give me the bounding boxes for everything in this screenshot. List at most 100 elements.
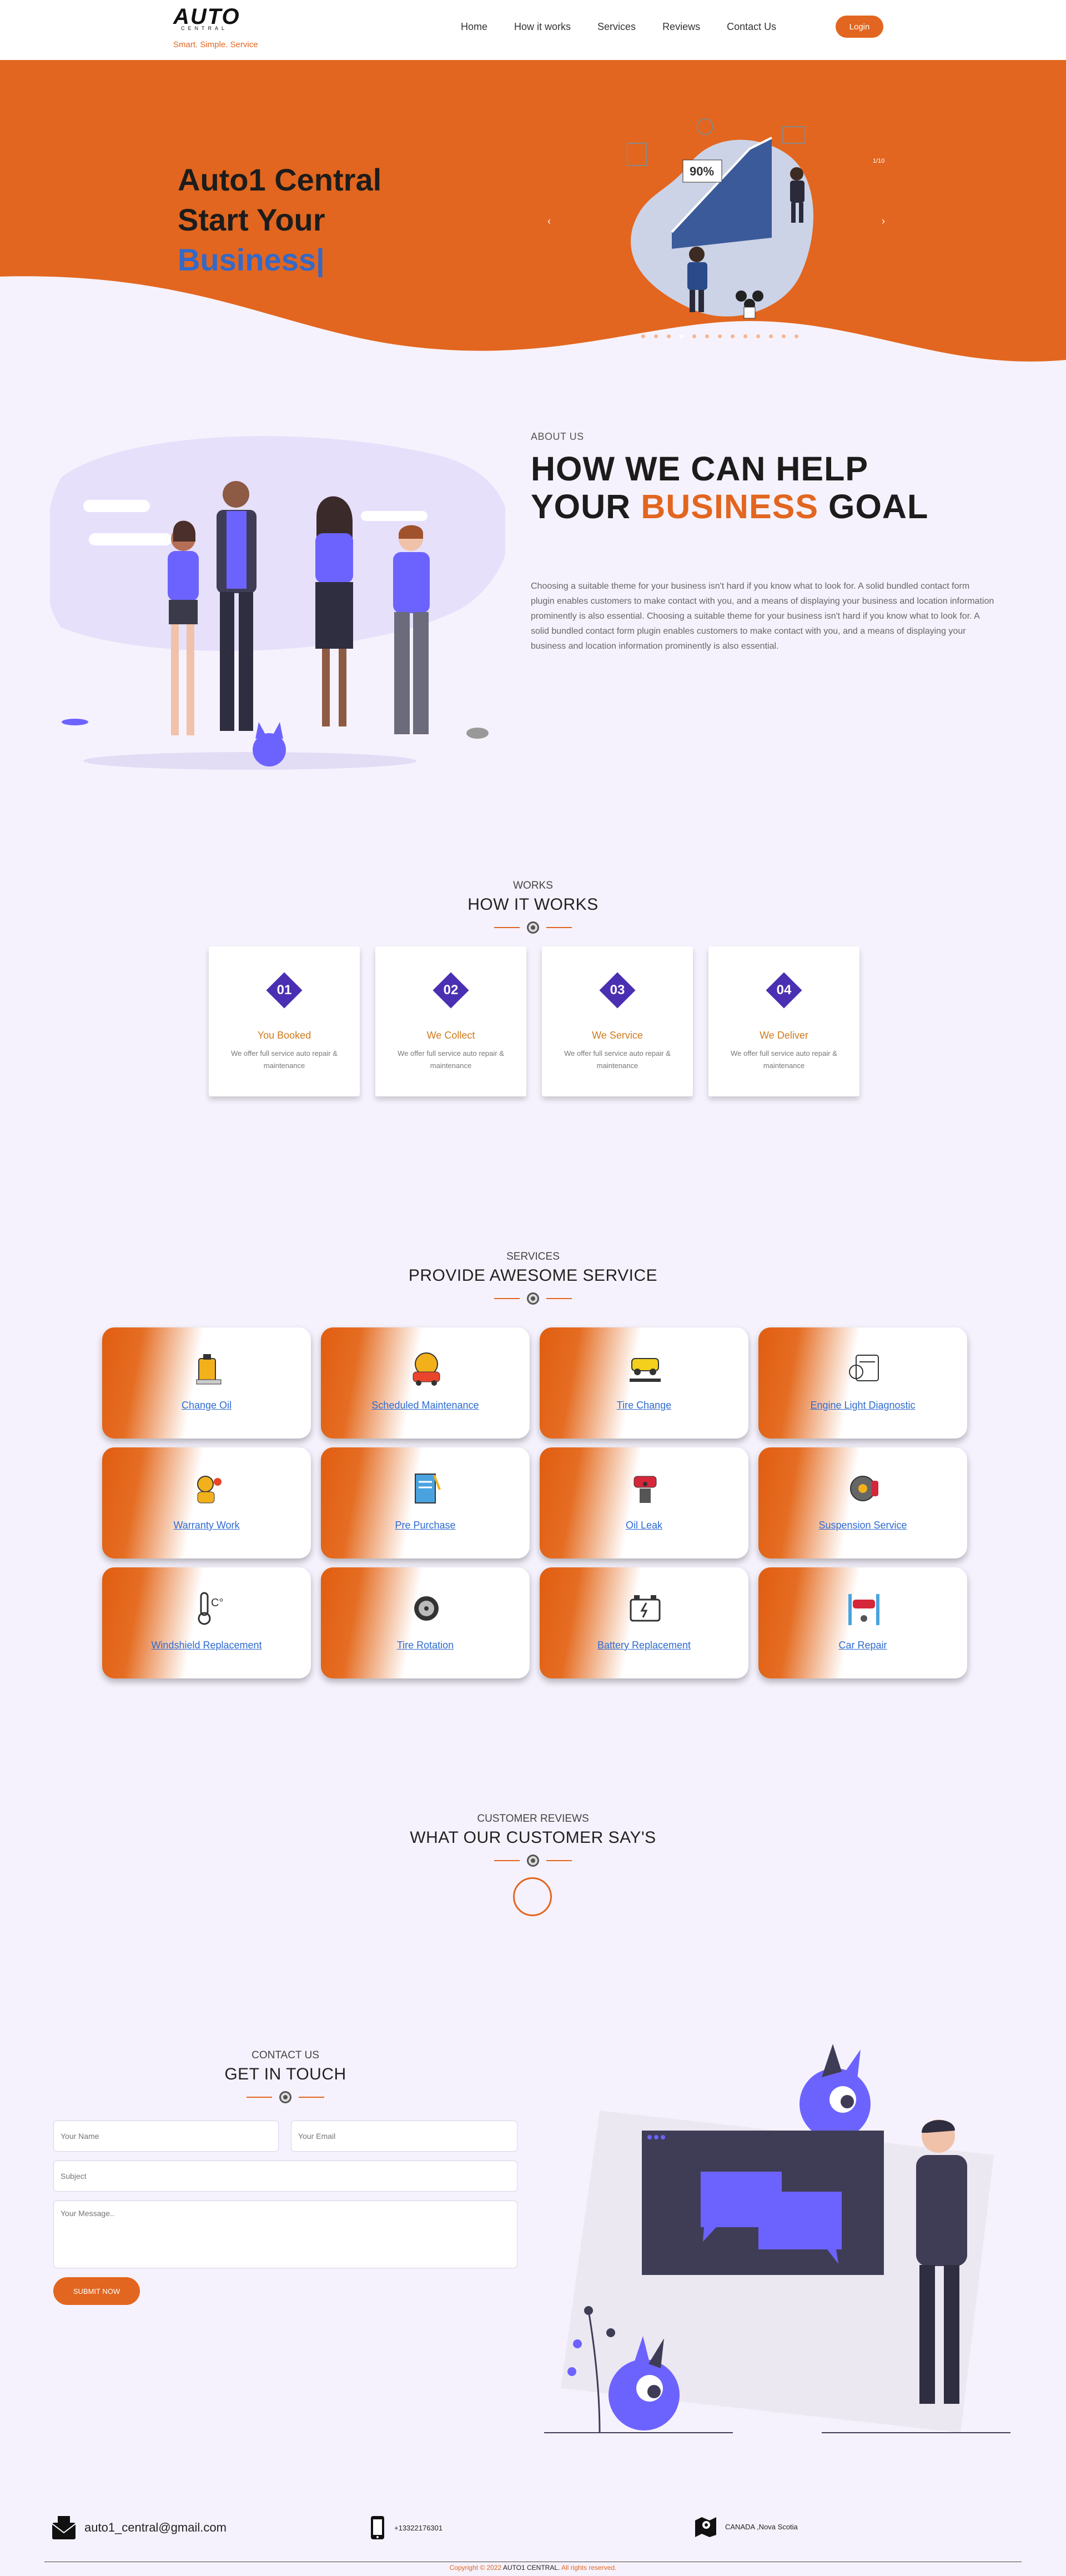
divider-line <box>494 1860 520 1861</box>
loading-spinner <box>513 1877 552 1916</box>
top-navbar: AUTO CENTRAL Smart. Simple. Service Home… <box>0 0 1066 60</box>
service-link[interactable]: Tire Change <box>540 1400 748 1411</box>
service-link[interactable]: Suspension Service <box>758 1520 967 1531</box>
service-link[interactable]: Battery Replacement <box>540 1640 748 1651</box>
footer-email-text[interactable]: auto1_central@gmail.com <box>84 2520 227 2535</box>
work-step-card: 04 We Deliver We offer full service auto… <box>708 946 859 1096</box>
service-link[interactable]: Warranty Work <box>102 1520 311 1531</box>
gear-icon <box>527 1855 539 1867</box>
slide-dot-active[interactable] <box>680 334 683 338</box>
service-link[interactable]: Oil Leak <box>540 1520 748 1531</box>
chevron-right-icon[interactable]: › <box>882 215 885 227</box>
nav-services[interactable]: Services <box>597 21 636 33</box>
slide-dots <box>641 334 807 338</box>
slide-dot[interactable] <box>743 334 747 338</box>
slide-dot[interactable] <box>718 334 722 338</box>
gear-icon <box>279 2091 291 2103</box>
slide-dot[interactable] <box>756 334 760 338</box>
work-step-card: 03 We Service We offer full service auto… <box>542 946 693 1096</box>
service-link[interactable]: Car Repair <box>758 1640 967 1651</box>
slide-dot[interactable] <box>705 334 709 338</box>
about-title-prefix: YOUR <box>531 488 641 525</box>
email-input[interactable] <box>291 2121 517 2152</box>
about-description: Choosing a suitable theme for your busin… <box>531 582 994 651</box>
brand-tagline: Smart. Simple. Service <box>173 40 258 49</box>
business-growth-illustration: 90% <box>627 118 813 319</box>
service-card-pre-purchase[interactable]: Pre Purchase <box>321 1447 530 1558</box>
service-card-oil-leak[interactable]: Oil Leak <box>540 1447 748 1558</box>
slide-dot[interactable] <box>731 334 735 338</box>
reviews-title: WHAT OUR CUSTOMER SAY'S <box>410 1828 656 1847</box>
engine-check-icon <box>849 1355 879 1381</box>
brake-disc-icon <box>850 1476 878 1501</box>
hero-headline: Auto1 Central Start Your Business| <box>178 160 381 280</box>
car-wrench-icon <box>413 1352 440 1386</box>
footer-location: CANADA ,Nova Scotia <box>694 2515 798 2538</box>
team-illustration <box>50 436 505 770</box>
service-card-engine-light-diagnostic[interactable]: Engine Light Diagnostic <box>758 1327 967 1439</box>
footer-email: auto1_central@gmail.com <box>51 2515 227 2540</box>
oil-can-icon <box>196 1354 222 1385</box>
slide-dot[interactable] <box>782 334 786 338</box>
nav-home[interactable]: Home <box>461 21 487 33</box>
step-number-badge: 01 <box>266 972 303 1009</box>
section-divider <box>0 1853 1066 1868</box>
service-card-tire-rotation[interactable]: Tire Rotation <box>321 1567 530 1678</box>
service-link[interactable]: Pre Purchase <box>321 1520 530 1531</box>
service-card-scheduled-maintenance[interactable]: Scheduled Maintenance <box>321 1327 530 1439</box>
map-pin-icon <box>695 2517 716 2537</box>
slide-dot[interactable] <box>795 334 798 338</box>
about-title-line-2: YOUR BUSINESS GOAL <box>531 488 928 525</box>
service-card-tire-change[interactable]: Tire Change <box>540 1327 748 1439</box>
divider-line <box>546 1860 572 1861</box>
service-link[interactable]: Engine Light Diagnostic <box>758 1400 967 1411</box>
service-card-car-repair[interactable]: Car Repair <box>758 1567 967 1678</box>
reviews-eyebrow: CUSTOMER REVIEWS <box>477 1813 589 1825</box>
nav-contact[interactable]: Contact Us <box>727 21 776 33</box>
battery-icon <box>630 1595 661 1622</box>
footer-phone-text[interactable]: +13322176301 <box>394 2524 443 2532</box>
message-textarea[interactable] <box>53 2201 517 2268</box>
svg-text:C°: C° <box>211 1597 223 1609</box>
service-card-battery-replacement[interactable]: Battery Replacement <box>540 1567 748 1678</box>
about-title: HOW WE CAN HELP YOUR BUSINESS GOAL <box>531 450 928 525</box>
mechanic-icon <box>197 1476 222 1503</box>
service-card-change-oil[interactable]: Change Oil <box>102 1327 311 1439</box>
subject-input[interactable] <box>53 2161 517 2192</box>
step-number-badge: 04 <box>766 972 802 1009</box>
slide-dot[interactable] <box>641 334 645 338</box>
about-title-suffix: GOAL <box>818 488 929 525</box>
service-link[interactable]: Windshield Replacement <box>102 1640 311 1651</box>
hero-slider: Auto1 Central Start Your Business| 1/10 … <box>0 60 1066 371</box>
slide-dot[interactable] <box>667 334 671 338</box>
step-number: 03 <box>610 983 625 998</box>
service-card-suspension-service[interactable]: Suspension Service <box>758 1447 967 1558</box>
slide-dot[interactable] <box>654 334 658 338</box>
step-description: We offer full service auto repair & main… <box>731 1049 837 1070</box>
service-link[interactable]: Tire Rotation <box>321 1640 530 1651</box>
works-title: HOW IT WORKS <box>467 895 599 914</box>
divider-line <box>546 927 572 928</box>
submit-button[interactable]: SUBMIT NOW <box>53 2277 140 2305</box>
nav-reviews[interactable]: Reviews <box>662 21 700 33</box>
service-card-windshield-replacement[interactable]: C° Windshield Replacement <box>102 1567 311 1678</box>
section-divider <box>0 1291 1066 1306</box>
nav-how-it-works[interactable]: How it works <box>514 21 571 33</box>
step-description: We offer full service auto repair & main… <box>231 1049 338 1070</box>
name-input[interactable] <box>53 2121 279 2152</box>
copyright-suffix: All rights reserved. <box>560 2564 617 2572</box>
gear-icon <box>527 921 539 934</box>
divider-line <box>546 1298 572 1299</box>
slide-dot[interactable] <box>769 334 773 338</box>
slide-dot[interactable] <box>692 334 696 338</box>
wheel-icon <box>414 1596 439 1621</box>
service-link[interactable]: Scheduled Maintenance <box>321 1400 530 1411</box>
logo[interactable]: AUTO CENTRAL <box>173 6 262 31</box>
chevron-left-icon[interactable]: ‹ <box>547 215 551 227</box>
growth-percent-label: 90% <box>690 164 714 178</box>
login-button[interactable]: Login <box>836 16 883 38</box>
services-grid: Change Oil Scheduled Maintenance Tire Ch… <box>102 1327 968 1678</box>
service-card-warranty-work[interactable]: Warranty Work <box>102 1447 311 1558</box>
phone-icon <box>371 2516 384 2539</box>
service-link[interactable]: Change Oil <box>102 1400 311 1411</box>
